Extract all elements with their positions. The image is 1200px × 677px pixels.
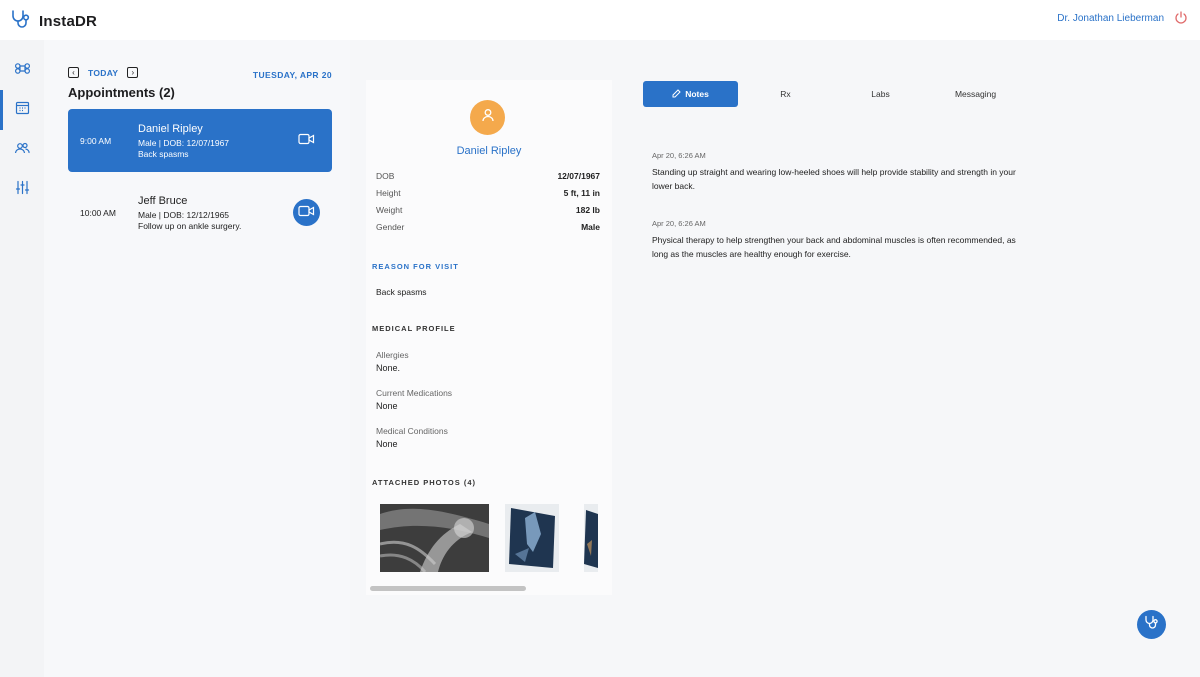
video-camera-icon <box>298 204 315 222</box>
vital-label: DOB <box>376 171 395 181</box>
add-note-button[interactable] <box>1137 610 1166 639</box>
note-text: Standing up straight and wearing low-hee… <box>652 167 1016 191</box>
tab-messaging[interactable]: Messaging <box>928 81 1023 107</box>
vital-label: Gender <box>376 222 405 232</box>
user-icon <box>480 107 496 128</box>
medications-value: None <box>376 401 398 411</box>
appointments-panel: ‹ TODAY › TUESDAY, APR 20 Appointments (… <box>44 40 350 677</box>
patient-name: Daniel Ripley <box>456 145 522 157</box>
rail-item-patients[interactable] <box>0 130 44 170</box>
photo-strip-scrollbar[interactable] <box>370 586 526 591</box>
vital-height: Height 5 ft, 11 in <box>376 188 600 205</box>
appointment-time: 9:00 AM <box>80 136 112 146</box>
stethoscope-icon <box>11 9 33 34</box>
appointment-reason: Follow up on ankle surgery. <box>138 221 242 231</box>
vital-label: Weight <box>376 205 403 215</box>
photo-xray-film[interactable] <box>505 504 559 572</box>
appointment-card-jeff-bruce[interactable]: 10:00 AM Jeff Bruce Male | DOB: 12/12/19… <box>68 181 332 244</box>
medical-profile-heading: MEDICAL PROFILE <box>372 324 456 333</box>
photo-xray-partial[interactable] <box>584 504 598 572</box>
appointments-title: Appointments (2) <box>68 85 175 100</box>
top-bar: InstaDR Dr. Jonathan Lieberman <box>0 0 1200 40</box>
avatar <box>470 100 505 135</box>
prev-day-button[interactable]: ‹ <box>68 67 79 78</box>
vital-dob: DOB 12/07/1967 <box>376 171 600 188</box>
appointment-patient-name: Daniel Ripley <box>138 123 203 135</box>
note-icon <box>672 88 681 100</box>
note-date: Apr 20, 6:26 AM <box>652 219 706 228</box>
appointment-patient-meta: Male | DOB: 12/12/1965 <box>138 210 230 220</box>
vital-value: 182 lb <box>575 205 600 215</box>
rail-item-dashboard[interactable] <box>0 51 44 91</box>
chevron-left-icon: ‹ <box>72 67 75 77</box>
reason-heading: REASON FOR VISIT <box>372 262 459 271</box>
detail-tabs: Notes Rx Labs Messaging <box>643 81 1023 107</box>
tab-rx[interactable]: Rx <box>738 81 833 107</box>
users-icon <box>14 141 30 160</box>
tab-notes[interactable]: Notes <box>643 81 738 107</box>
conditions-value: None <box>376 439 398 449</box>
note-text: Physical therapy to help strengthen your… <box>652 235 1016 259</box>
calendar-icon <box>15 100 30 120</box>
doctor-name-link[interactable]: Dr. Jonathan Lieberman <box>1057 13 1164 24</box>
current-date: TUESDAY, APR 20 <box>252 70 332 80</box>
date-navigation: ‹ TODAY › <box>68 67 139 78</box>
app-name: InstaDR <box>39 13 98 30</box>
command-icon <box>14 61 30 81</box>
photo-strip <box>370 496 612 582</box>
vital-gender: Gender Male <box>376 222 600 239</box>
tab-label: Labs <box>871 89 890 99</box>
tab-label: Messaging <box>954 89 997 99</box>
note-item: Apr 20, 6:26 AM Standing up straight and… <box>652 151 1022 193</box>
vital-value: Male <box>581 222 600 232</box>
medications-label: Current Medications <box>376 388 453 398</box>
sliders-icon <box>15 180 30 200</box>
patient-panel: Daniel Ripley DOB 12/07/1967 Height 5 ft… <box>366 80 612 595</box>
appointment-patient-meta: Male | DOB: 12/07/1967 <box>138 138 230 148</box>
tab-label: Rx <box>780 89 791 99</box>
left-rail <box>0 40 44 677</box>
appointment-time: 10:00 AM <box>80 208 116 218</box>
chevron-right-icon: › <box>131 67 135 77</box>
vital-label: Height <box>376 188 401 198</box>
video-camera-icon <box>298 132 315 150</box>
note-item: Apr 20, 6:26 AM Physical therapy to help… <box>652 219 1022 261</box>
rail-item-settings[interactable] <box>0 170 44 210</box>
conditions-label: Medical Conditions <box>376 426 448 436</box>
tab-label: Notes <box>685 89 709 99</box>
video-call-button[interactable] <box>293 127 320 154</box>
appointment-card-daniel-ripley[interactable]: 9:00 AM Daniel Ripley Male | DOB: 12/07/… <box>68 109 332 172</box>
video-call-button[interactable] <box>293 199 320 226</box>
vital-weight: Weight 182 lb <box>376 205 600 222</box>
rail-item-calendar[interactable] <box>0 90 44 130</box>
photo-xray-shoulder[interactable] <box>379 504 489 573</box>
note-date: Apr 20, 6:26 AM <box>652 151 706 160</box>
appointment-reason: Back spasms <box>138 149 189 159</box>
tab-labs[interactable]: Labs <box>833 81 928 107</box>
appointment-patient-name: Jeff Bruce <box>138 195 188 207</box>
app-logo[interactable]: InstaDR <box>11 9 97 34</box>
attached-photos-heading: ATTACHED PHOTOS (4) <box>372 478 477 487</box>
power-icon[interactable] <box>1174 11 1188 30</box>
vital-value: 5 ft, 11 in <box>563 188 600 198</box>
allergies-value: None. <box>376 363 401 373</box>
next-day-button[interactable]: › <box>127 67 139 78</box>
today-button[interactable]: TODAY <box>88 68 118 78</box>
allergies-label: Allergies <box>376 350 409 360</box>
vital-value: 12/07/1967 <box>557 171 600 181</box>
reason-text: Back spasms <box>376 287 427 297</box>
stethoscope-icon <box>1144 615 1159 635</box>
